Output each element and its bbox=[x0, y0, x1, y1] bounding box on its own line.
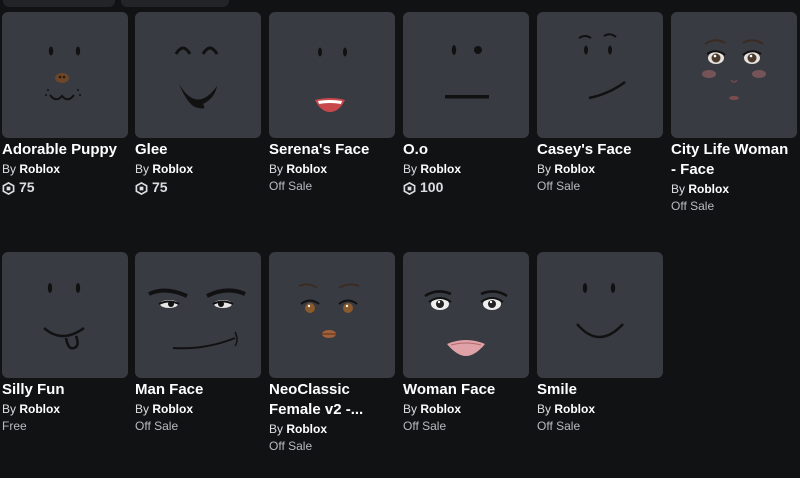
item-name[interactable]: NeoClassic Female v2 -... bbox=[269, 380, 395, 420]
puppy-face-image bbox=[45, 46, 81, 101]
neoclassic-female-face-image bbox=[298, 283, 360, 338]
creator-name[interactable]: Roblox bbox=[286, 422, 327, 436]
city-life-woman-face-image bbox=[702, 39, 766, 100]
filter-chip[interactable] bbox=[3, 0, 115, 7]
creator-prefix: By bbox=[135, 162, 150, 176]
face-thumbnail[interactable] bbox=[269, 12, 395, 138]
catalog-item-neoclassic-female-v2[interactable]: NeoClassic Female v2 -... By Roblox Off … bbox=[269, 252, 395, 455]
creator-name[interactable]: Roblox bbox=[152, 162, 193, 176]
face-thumbnail[interactable] bbox=[2, 12, 128, 138]
silly-fun-face-image bbox=[43, 283, 85, 350]
item-name[interactable]: Adorable Puppy bbox=[2, 140, 128, 160]
robux-icon bbox=[135, 181, 148, 196]
item-status: Off Sale bbox=[403, 419, 447, 433]
item-name[interactable]: Casey's Face bbox=[537, 140, 663, 160]
item-price: 75 bbox=[2, 178, 128, 197]
item-status: Off Sale bbox=[671, 199, 715, 213]
robux-icon bbox=[2, 181, 15, 196]
face-thumbnail[interactable] bbox=[537, 252, 663, 378]
price-value: 100 bbox=[420, 179, 444, 195]
oo-face-image bbox=[445, 45, 489, 99]
item-creator[interactable]: By Roblox bbox=[403, 401, 529, 418]
catalog-item-caseys-face[interactable]: Casey's Face By Roblox Off Sale bbox=[537, 12, 663, 195]
item-creator[interactable]: By Roblox bbox=[2, 161, 128, 178]
item-price: 75 bbox=[135, 178, 261, 197]
face-thumbnail[interactable] bbox=[403, 12, 529, 138]
item-creator[interactable]: By Roblox bbox=[2, 401, 128, 418]
item-status: Off Sale bbox=[537, 179, 581, 193]
face-thumbnail[interactable] bbox=[403, 252, 529, 378]
catalog-item-city-life-woman-face[interactable]: City Life Woman - Face By Roblox Off Sal… bbox=[671, 12, 797, 215]
face-thumbnail[interactable] bbox=[135, 252, 261, 378]
item-creator[interactable]: By Roblox bbox=[671, 181, 797, 198]
item-name[interactable]: Silly Fun bbox=[2, 380, 128, 400]
face-thumbnail[interactable] bbox=[269, 252, 395, 378]
price-value: 75 bbox=[19, 179, 35, 195]
face-thumbnail[interactable] bbox=[2, 252, 128, 378]
item-creator[interactable]: By Roblox bbox=[537, 161, 663, 178]
man-face-image bbox=[148, 288, 246, 350]
creator-name[interactable]: Roblox bbox=[420, 402, 461, 416]
creator-name[interactable]: Roblox bbox=[19, 402, 60, 416]
item-status: Off Sale bbox=[269, 439, 313, 453]
item-creator[interactable]: By Roblox bbox=[269, 161, 395, 178]
robux-icon bbox=[403, 181, 416, 196]
creator-prefix: By bbox=[403, 402, 418, 416]
item-status: Free bbox=[2, 419, 27, 433]
item-name[interactable]: Glee bbox=[135, 140, 261, 160]
item-name[interactable]: Smile bbox=[537, 380, 663, 400]
creator-name[interactable]: Roblox bbox=[19, 162, 60, 176]
face-thumbnail[interactable] bbox=[537, 12, 663, 138]
creator-prefix: By bbox=[2, 162, 17, 176]
catalog-item-glee[interactable]: Glee By Roblox 75 bbox=[135, 12, 261, 197]
creator-name[interactable]: Roblox bbox=[688, 182, 729, 196]
item-status: Off Sale bbox=[537, 419, 581, 433]
catalog-item-adorable-puppy[interactable]: Adorable Puppy By Roblox 75 bbox=[2, 12, 128, 197]
face-thumbnail[interactable] bbox=[135, 12, 261, 138]
item-creator[interactable]: By Roblox bbox=[135, 401, 261, 418]
creator-prefix: By bbox=[2, 402, 17, 416]
creator-prefix: By bbox=[269, 422, 284, 436]
catalog-item-serenas-face[interactable]: Serena's Face By Roblox Off Sale bbox=[269, 12, 395, 195]
item-creator[interactable]: By Roblox bbox=[403, 161, 529, 178]
item-name[interactable]: Serena's Face bbox=[269, 140, 395, 160]
face-thumbnail[interactable] bbox=[671, 12, 797, 138]
item-name[interactable]: O.o bbox=[403, 140, 529, 160]
creator-prefix: By bbox=[269, 162, 284, 176]
catalog-item-silly-fun[interactable]: Silly Fun By Roblox Free bbox=[2, 252, 128, 435]
catalog-item-woman-face[interactable]: Woman Face By Roblox Off Sale bbox=[403, 252, 529, 435]
creator-prefix: By bbox=[135, 402, 150, 416]
woman-face-image bbox=[424, 290, 508, 356]
casey-face-image bbox=[578, 33, 626, 100]
item-name[interactable]: Woman Face bbox=[403, 380, 529, 400]
item-creator[interactable]: By Roblox bbox=[269, 421, 395, 438]
item-creator[interactable]: By Roblox bbox=[135, 161, 261, 178]
price-value: 75 bbox=[152, 179, 168, 195]
creator-prefix: By bbox=[537, 162, 552, 176]
catalog-item-oo[interactable]: O.o By Roblox 100 bbox=[403, 12, 529, 197]
serena-face-image bbox=[315, 47, 347, 112]
smile-face-image bbox=[576, 283, 624, 339]
creator-prefix: By bbox=[403, 162, 418, 176]
glee-face-image bbox=[174, 46, 219, 109]
item-status: Off Sale bbox=[135, 419, 179, 433]
creator-prefix: By bbox=[671, 182, 686, 196]
item-name[interactable]: City Life Woman - Face bbox=[671, 140, 797, 180]
item-creator[interactable]: By Roblox bbox=[537, 401, 663, 418]
item-price: 100 bbox=[403, 178, 529, 197]
catalog-item-smile[interactable]: Smile By Roblox Off Sale bbox=[537, 252, 663, 435]
creator-name[interactable]: Roblox bbox=[554, 162, 595, 176]
creator-prefix: By bbox=[537, 402, 552, 416]
creator-name[interactable]: Roblox bbox=[152, 402, 193, 416]
creator-name[interactable]: Roblox bbox=[554, 402, 595, 416]
item-status: Off Sale bbox=[269, 179, 313, 193]
item-name[interactable]: Man Face bbox=[135, 380, 261, 400]
creator-name[interactable]: Roblox bbox=[420, 162, 461, 176]
creator-name[interactable]: Roblox bbox=[286, 162, 327, 176]
catalog-item-man-face[interactable]: Man Face By Roblox Off Sale bbox=[135, 252, 261, 435]
filter-chip[interactable] bbox=[121, 0, 229, 7]
